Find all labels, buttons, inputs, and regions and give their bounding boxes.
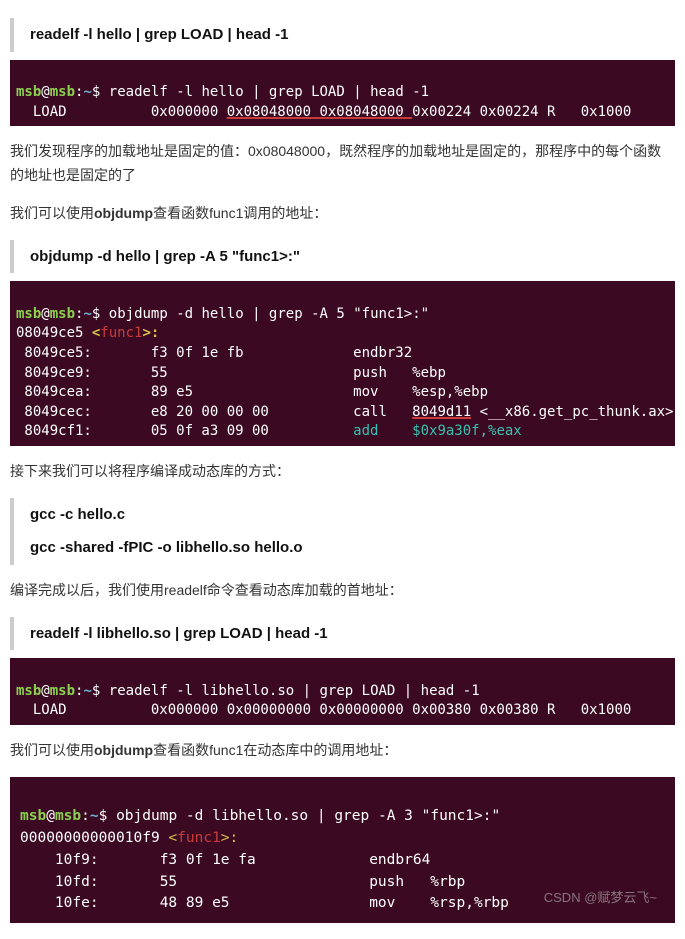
term-line: 8049ce5: f3 0f 1e fb endbr32 — [16, 345, 421, 361]
term-line: 8049cea: 89 e5 mov %esp,%ebp — [16, 384, 488, 400]
term-line: msb@msb:~$ readelf -l hello | grep LOAD … — [16, 84, 429, 100]
terminal-block-4: msb@msb:~$ objdump -d libhello.so | grep… — [10, 777, 675, 924]
term-line: 08049ce5 <func1>: — [16, 325, 159, 341]
term-line: 10f9: f3 0f 1e fa endbr64 — [20, 852, 439, 868]
cmd-text: gcc -shared -fPIC -o libhello.so hello.o — [30, 535, 675, 561]
paragraph-2: 我们可以使用objdump查看函数func1调用的地址： — [10, 202, 675, 226]
command-quote-1: readelf -l hello | grep LOAD | head -1 — [10, 18, 675, 52]
cmd-text: readelf -l hello | grep LOAD | head -1 — [30, 26, 288, 43]
term-line: LOAD 0x000000 0x08048000 0x08048000 0x00… — [16, 104, 631, 120]
paragraph-5: 我们可以使用objdump查看函数func1在动态库中的调用地址： — [10, 739, 675, 763]
cmd-text: gcc -c hello.c — [30, 502, 675, 528]
cmd-text: readelf -l libhello.so | grep LOAD | hea… — [30, 625, 328, 642]
term-line: msb@msb:~$ objdump -d hello | grep -A 5 … — [16, 306, 429, 322]
term-line: 8049ce9: 55 push %ebp — [16, 365, 446, 381]
term-line: LOAD 0x000000 0x00000000 0x00000000 0x00… — [16, 702, 631, 718]
term-line: 8049cec: e8 20 00 00 00 call 8049d11 <__… — [16, 404, 673, 420]
command-quote-2: objdump -d hello | grep -A 5 "func1>:" — [10, 240, 675, 274]
term-line: 8049cf1: 05 0f a3 09 00 add $0x9a30f,%ea… — [16, 423, 522, 439]
terminal-block-1: msb@msb:~$ readelf -l hello | grep LOAD … — [10, 60, 675, 127]
terminal-block-3: msb@msb:~$ readelf -l libhello.so | grep… — [10, 658, 675, 725]
term-line: 00000000000010f9 <func1>: — [20, 830, 238, 846]
cmd-text: objdump -d hello | grep -A 5 "func1>:" — [30, 248, 300, 265]
paragraph-3: 接下来我们可以将程序编译成动态库的方式： — [10, 460, 675, 484]
paragraph-4: 编译完成以后，我们使用readelf命令查看动态库加载的首地址： — [10, 579, 675, 603]
terminal-block-2: msb@msb:~$ objdump -d hello | grep -A 5 … — [10, 281, 675, 446]
term-line: msb@msb:~$ readelf -l libhello.so | grep… — [16, 683, 480, 699]
command-quote-4: readelf -l libhello.so | grep LOAD | hea… — [10, 617, 675, 651]
command-quote-3: gcc -c hello.c gcc -shared -fPIC -o libh… — [10, 498, 675, 565]
term-line: 10fd: 55 push %rbp — [20, 874, 465, 890]
term-line: msb@msb:~$ objdump -d libhello.so | grep… — [20, 808, 500, 824]
paragraph-1: 我们发现程序的加载地址是固定的值：0x08048000，既然程序的加载地址是固定… — [10, 140, 675, 188]
term-line: 10fe: 48 89 e5 mov %rsp,%rbp — [20, 895, 509, 911]
